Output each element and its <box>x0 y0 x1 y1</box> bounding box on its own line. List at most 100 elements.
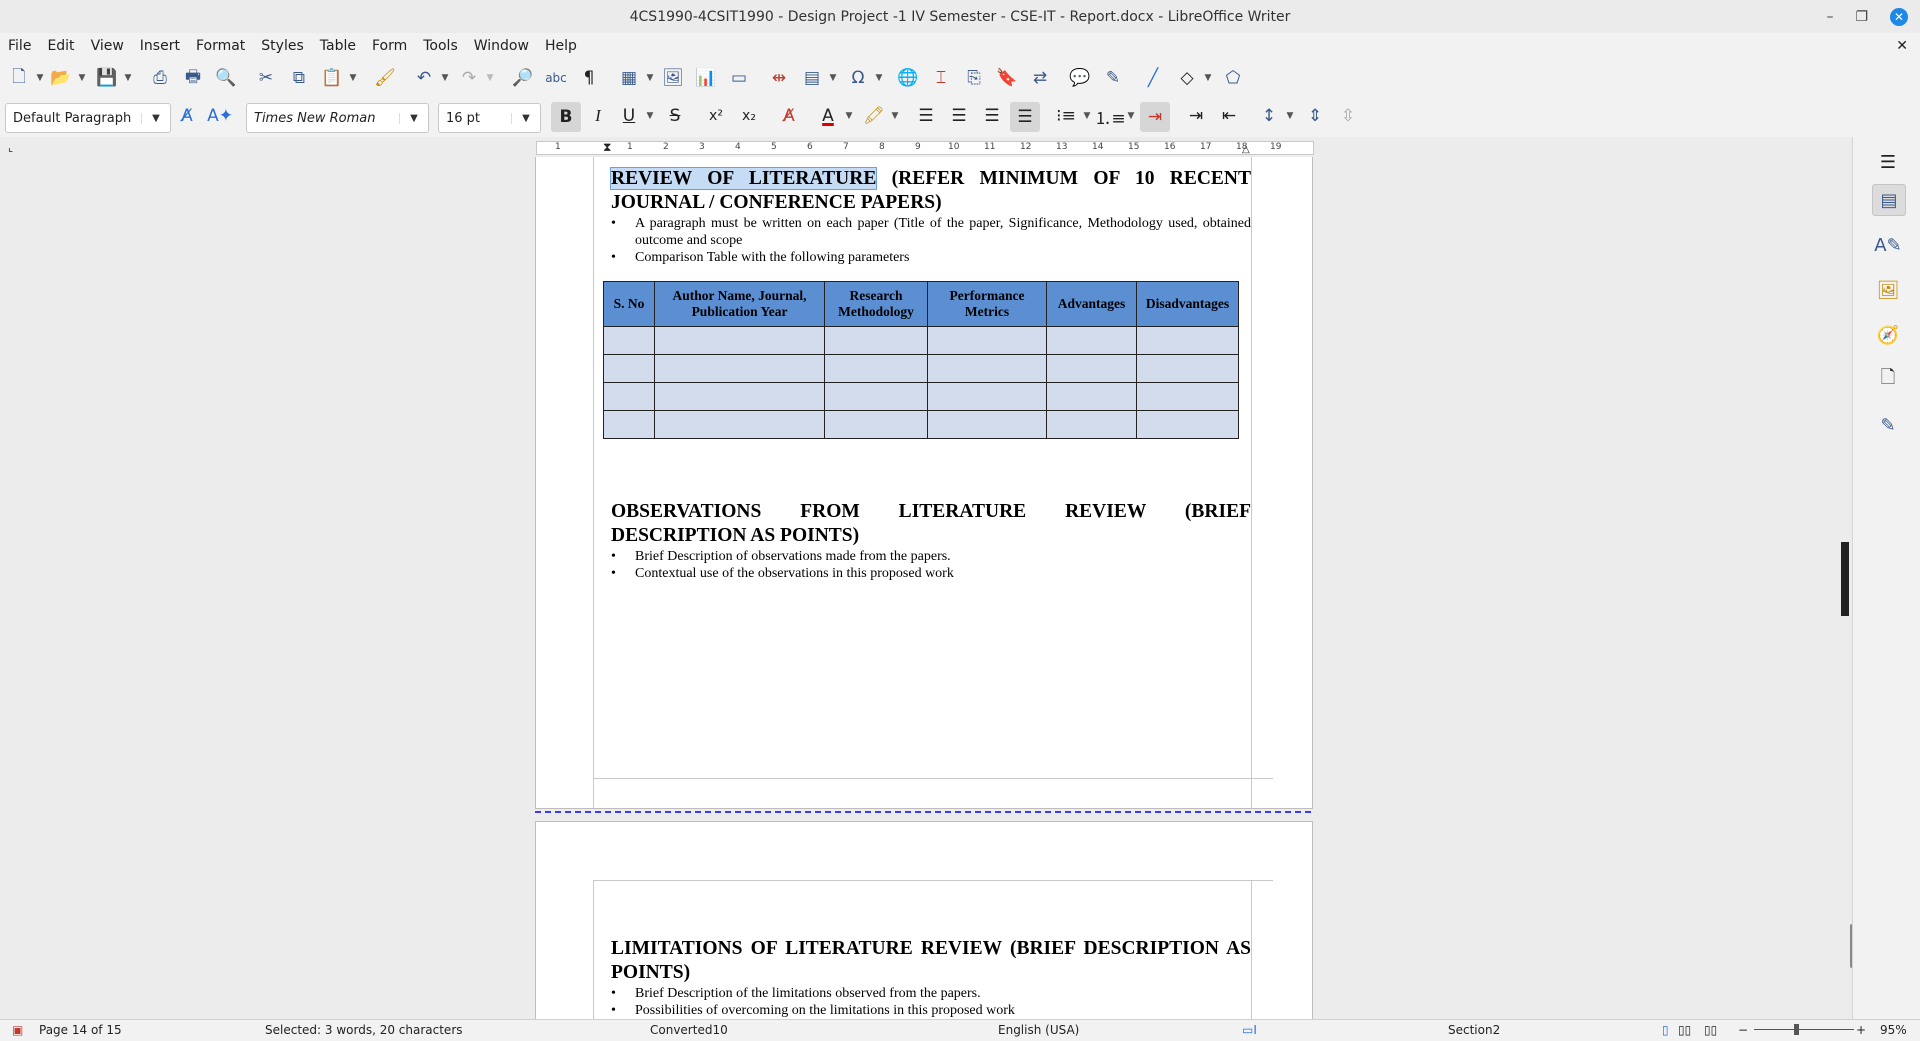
align-center-icon[interactable]: ☰ <box>946 103 972 129</box>
menu-view[interactable]: View <box>83 38 132 54</box>
selection-mode-icon[interactable]: ▭I <box>1242 1023 1257 1037</box>
find-replace-icon[interactable]: 🔎 <box>510 65 536 91</box>
left-indent-marker-icon[interactable]: ⧗ <box>603 140 611 155</box>
save-dropdown-icon[interactable]: ▼ <box>122 65 134 91</box>
menu-window[interactable]: Window <box>466 38 537 54</box>
tab-stop-icon[interactable]: ⌞ <box>8 141 13 154</box>
list-item[interactable]: Possibilities of overcoming on the limit… <box>611 1002 1251 1019</box>
hamburger-menu-icon[interactable]: ☰ <box>1875 149 1901 175</box>
open-icon[interactable]: 📂 <box>48 65 74 91</box>
bold-icon[interactable]: B <box>551 102 581 132</box>
document-page[interactable]: LIMITATIONS OF LITERATURE REVIEW (BRIEF … <box>535 821 1313 1019</box>
justify-icon[interactable]: ☰ <box>1010 102 1040 132</box>
outline-format-icon[interactable]: ⇥ <box>1140 102 1170 132</box>
menu-format[interactable]: Format <box>188 38 253 54</box>
manage-changes-icon[interactable]: ✎ <box>1875 412 1901 438</box>
properties-icon[interactable]: ▤ <box>1872 184 1906 216</box>
navigator-icon[interactable]: 🧭 <box>1875 322 1901 348</box>
copy-icon[interactable]: ⧉ <box>286 65 312 91</box>
menu-edit[interactable]: Edit <box>39 38 82 54</box>
chevron-down-icon[interactable]: ▼ <box>511 112 540 124</box>
export-pdf-icon[interactable]: ⎙ <box>147 65 173 91</box>
list-item[interactable]: Comparison Table with the following para… <box>611 249 1251 266</box>
align-right-icon[interactable]: ☰ <box>979 103 1005 129</box>
table-cell[interactable] <box>1046 382 1137 411</box>
table-cell[interactable] <box>603 354 655 383</box>
zoom-slider-thumb[interactable] <box>1794 1024 1799 1035</box>
text-box-icon[interactable]: ▭ <box>726 65 752 91</box>
redo-dropdown-icon[interactable]: ▼ <box>484 65 496 91</box>
table-cell[interactable] <box>603 382 655 411</box>
cut-icon[interactable]: ✂ <box>253 65 279 91</box>
styles-icon[interactable]: A✎ <box>1874 232 1901 258</box>
sidebar-collapse-handle[interactable] <box>1841 542 1849 616</box>
special-character-icon[interactable]: Ω <box>845 65 871 91</box>
chevron-down-icon[interactable]: ▼ <box>399 112 428 124</box>
subscript-icon[interactable]: x₂ <box>736 103 762 129</box>
increase-indent-icon[interactable]: ⇥ <box>1183 103 1209 129</box>
heading-limitations[interactable]: LIMITATIONS OF LITERATURE REVIEW (BRIEF … <box>611 937 1251 985</box>
table-cell[interactable] <box>1136 382 1239 411</box>
table-cell[interactable] <box>1136 410 1239 439</box>
highlighting-dropdown-icon[interactable]: ▼ <box>889 103 901 129</box>
footnote-icon[interactable]: ⌶ <box>928 65 954 91</box>
clone-formatting-icon[interactable]: 🖌 <box>372 65 398 91</box>
menu-styles[interactable]: Styles <box>253 38 311 54</box>
single-page-view-icon[interactable]: ▯ <box>1662 1023 1669 1037</box>
new-dropdown-icon[interactable]: ▼ <box>34 65 46 91</box>
document-page[interactable]: REVIEW OF LITERATURE (REFER MINIMUM OF 1… <box>535 157 1313 809</box>
decrease-paragraph-spacing-icon[interactable]: ⇳ <box>1335 103 1361 129</box>
line-spacing-icon[interactable]: ↕ <box>1256 103 1282 129</box>
table-cell[interactable] <box>654 410 825 439</box>
table-cell[interactable] <box>603 410 655 439</box>
table-cell[interactable] <box>654 326 825 355</box>
table-cell[interactable] <box>824 410 928 439</box>
table-cell[interactable] <box>824 382 928 411</box>
unordered-list-icon[interactable]: ⁝≡ <box>1053 103 1079 129</box>
table-cell[interactable] <box>927 326 1047 355</box>
paste-dropdown-icon[interactable]: ▼ <box>347 65 359 91</box>
list-item[interactable]: Brief Description of the limitations obs… <box>611 985 1251 1002</box>
field-dropdown-icon[interactable]: ▼ <box>827 65 839 91</box>
menu-file[interactable]: File <box>0 38 39 54</box>
table-cell[interactable] <box>824 326 928 355</box>
track-changes-icon[interactable]: ✎ <box>1100 65 1126 91</box>
line-spacing-dropdown-icon[interactable]: ▼ <box>1284 103 1296 129</box>
table-header[interactable]: Performance Metrics <box>927 281 1047 327</box>
table-cell[interactable] <box>654 354 825 383</box>
undo-icon[interactable]: ↶ <box>411 65 437 91</box>
insert-image-icon[interactable]: 🖼 <box>660 65 686 91</box>
heading-observations[interactable]: OBSERVATIONS FROM LITERATURE REVIEW (BRI… <box>611 500 1251 548</box>
ordered-list-icon[interactable]: ⒈≡ <box>1094 103 1125 129</box>
comparison-table[interactable]: S. No Author Name, Journal, Publication … <box>603 281 1239 439</box>
font-color-icon[interactable]: A <box>815 103 841 129</box>
insert-table-icon[interactable]: ▦ <box>616 65 642 91</box>
minimize-icon[interactable]: – <box>1826 9 1833 25</box>
font-name-box[interactable]: Times New Roman ▼ <box>246 103 429 133</box>
table-cell[interactable] <box>1046 326 1137 355</box>
page-break-icon[interactable]: ⇹ <box>766 65 792 91</box>
hyperlink-icon[interactable]: 🌐 <box>895 65 921 91</box>
zoom-in-icon[interactable]: + <box>1856 1023 1866 1037</box>
table-cell[interactable] <box>824 354 928 383</box>
gallery-icon[interactable]: 🖼 <box>1875 277 1901 303</box>
zoom-level[interactable]: 95% <box>1880 1023 1907 1037</box>
menu-help[interactable]: Help <box>537 38 585 54</box>
table-cell[interactable] <box>927 354 1047 383</box>
menu-insert[interactable]: Insert <box>132 38 188 54</box>
close-icon[interactable]: ✕ <box>1890 7 1908 26</box>
table-cell[interactable] <box>927 410 1047 439</box>
table-header[interactable]: Author Name, Journal, Publication Year <box>654 281 825 327</box>
redo-icon[interactable]: ↷ <box>456 65 482 91</box>
chevron-down-icon[interactable]: ▼ <box>141 112 170 124</box>
ordered-list-dropdown-icon[interactable]: ▼ <box>1125 103 1137 129</box>
comment-icon[interactable]: 💬 <box>1067 65 1093 91</box>
print-icon[interactable]: 🖶 <box>180 65 206 91</box>
menu-form[interactable]: Form <box>364 38 415 54</box>
highlighting-icon[interactable]: 🖍 <box>861 103 887 129</box>
document-modified-icon[interactable]: ▣ <box>12 1023 23 1037</box>
page-style[interactable]: Converted10 <box>650 1023 728 1037</box>
bookmark-icon[interactable]: 🔖 <box>994 65 1020 91</box>
print-preview-icon[interactable]: 🔍 <box>213 65 239 91</box>
maximize-icon[interactable]: ❐ <box>1855 9 1868 25</box>
